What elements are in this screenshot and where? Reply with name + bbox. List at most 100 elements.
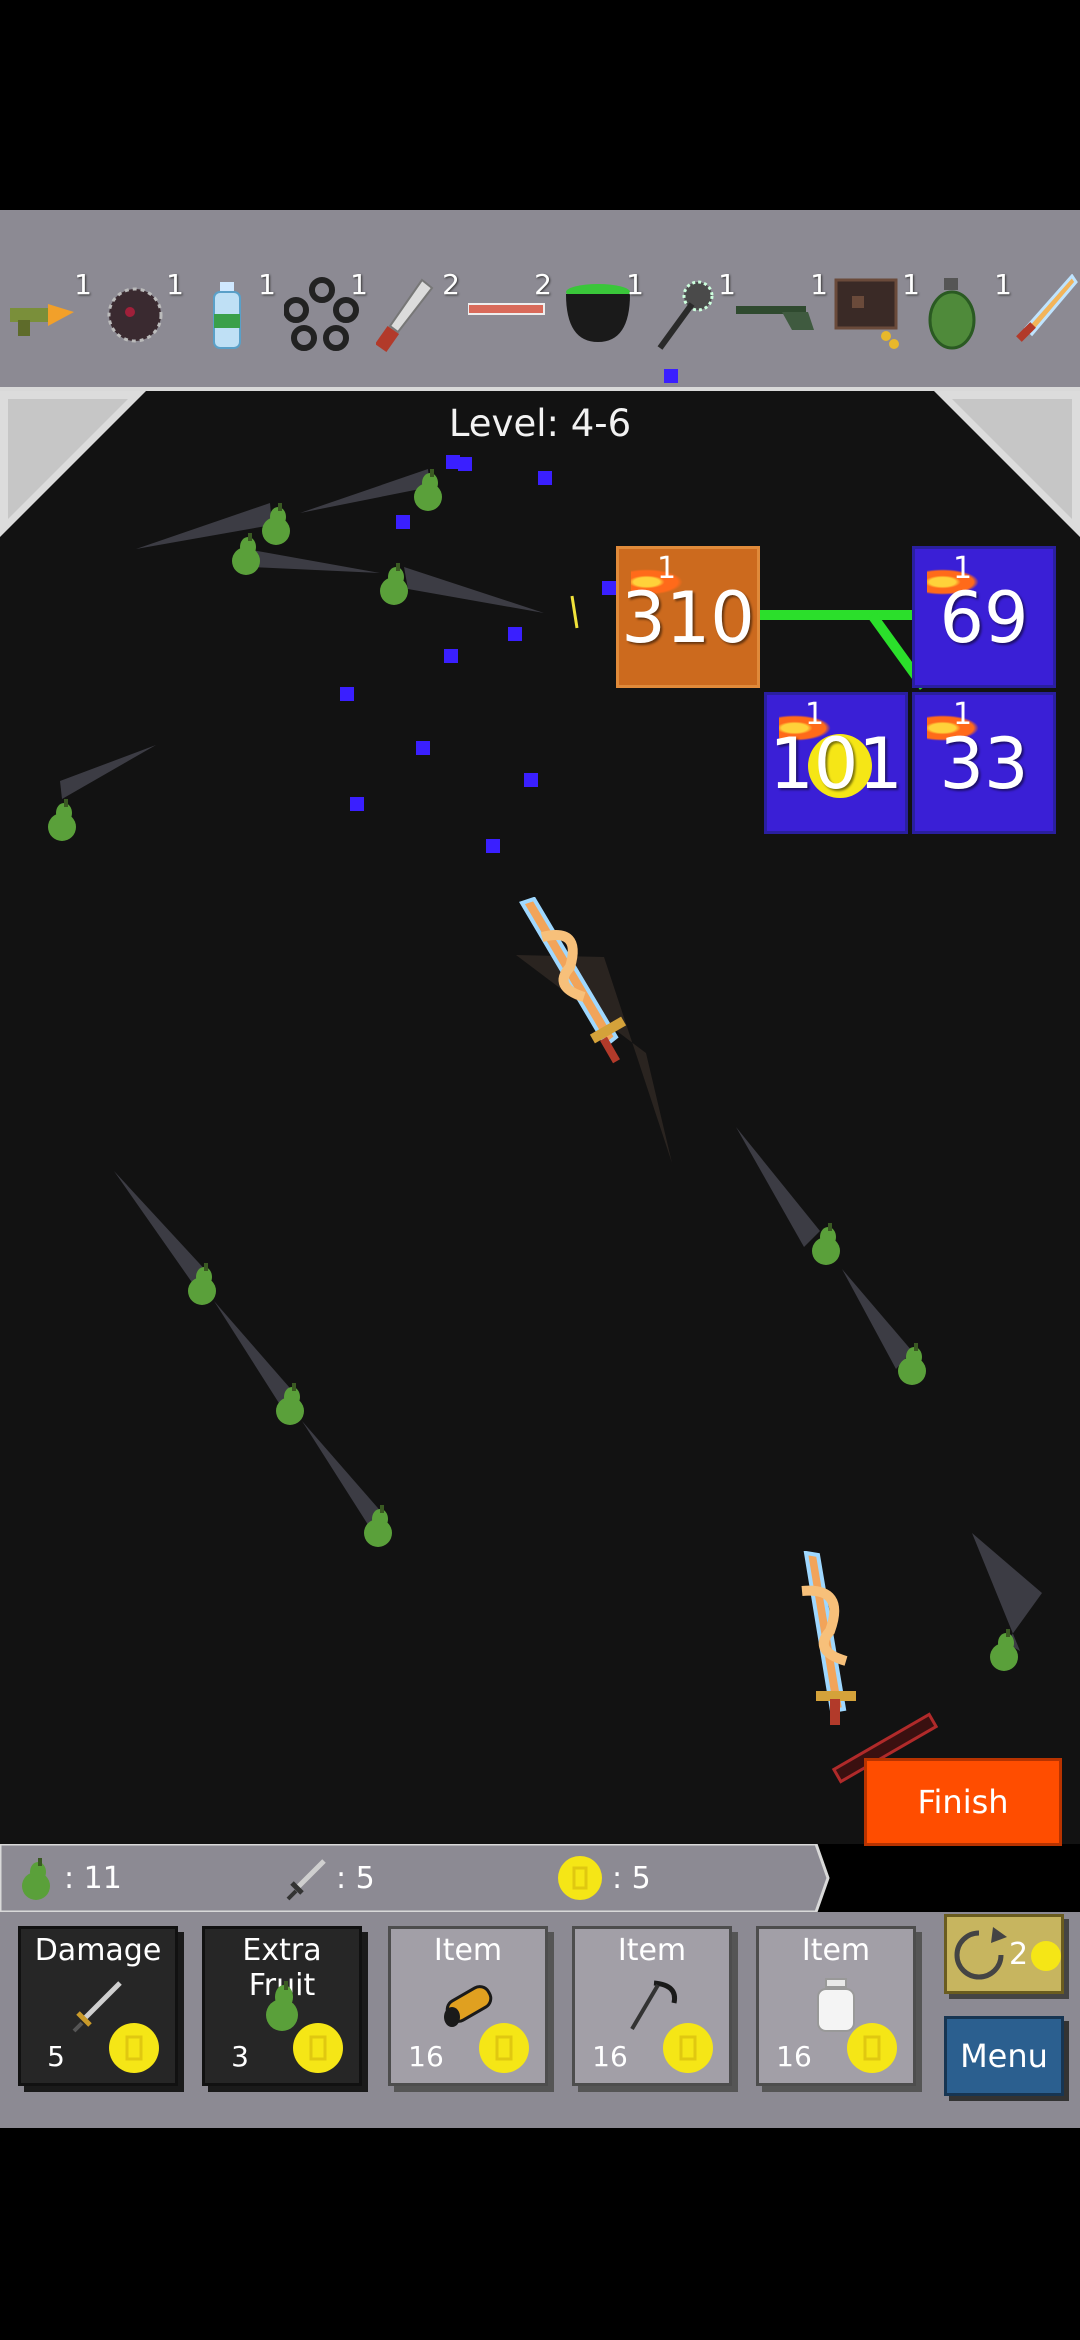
inventory-slot-machete[interactable]: 2 (368, 240, 460, 353)
coin-icon (558, 1856, 602, 1900)
shotgun-icon (736, 306, 814, 330)
pear-icon (414, 469, 442, 511)
inventory-count: 1 (902, 268, 920, 301)
block-value: 69 (939, 577, 1029, 659)
inventory-slot-spiked-bomb[interactable]: 1 (92, 240, 184, 343)
reroll-icon (954, 1927, 1007, 1980)
stats-bar: : 11 : 5 : 5 (0, 1844, 830, 1912)
projectile (416, 741, 430, 755)
level-indicator: Level: 4-6 (448, 402, 632, 445)
inventory-count: 1 (74, 268, 92, 301)
inventory-slot-wallet[interactable]: 1 (828, 240, 920, 349)
pear-icon (22, 1858, 50, 1900)
pear-icon (188, 1263, 216, 1305)
grenade-icon (928, 278, 976, 350)
number-block: 1 101 (764, 692, 908, 834)
shop-card-item-scythe[interactable]: Item 16 (572, 1926, 732, 2086)
card-price: 16 (592, 2040, 628, 2073)
projectile (458, 457, 472, 471)
menu-button[interactable]: Menu (944, 2016, 1064, 2096)
pear-icon (380, 563, 408, 605)
inventory-slot-carrot-gun[interactable]: 1 (0, 240, 92, 340)
damage-stat: : 5 (284, 1852, 375, 1904)
block-value: 310 (621, 577, 755, 659)
inventory-slot-shotgun[interactable]: 1 (736, 240, 828, 340)
wallet-icon (834, 278, 899, 349)
block-value: 101 (769, 723, 903, 805)
pear-icon (232, 533, 260, 575)
inventory-scroll-indicator (664, 369, 678, 383)
inventory-slot-golden-sword[interactable]: 1 (1012, 240, 1080, 342)
card-title: Item (801, 1933, 871, 1968)
inventory-count: 1 (258, 268, 276, 301)
coin-icon (479, 2023, 529, 2073)
inventory-count: 1 (350, 268, 368, 301)
coin-icon (847, 2023, 897, 2073)
reroll-count: 2 (1009, 1937, 1029, 1972)
inventory-count: 1 (718, 268, 736, 301)
coin-icon (1031, 1941, 1061, 1971)
cauldron-icon (566, 284, 630, 342)
coin-icon (109, 2023, 159, 2073)
inventory-slot-grenade[interactable]: 1 (920, 240, 1012, 350)
number-block: 1 69 (912, 546, 1056, 688)
card-price: 3 (231, 2040, 249, 2073)
inventory-slot-mace[interactable]: 1 (644, 240, 736, 350)
inventory-count: 1 (810, 268, 828, 301)
pear-icon (364, 1505, 392, 1547)
inventory-count: 1 (626, 268, 644, 301)
rod-icon (468, 303, 545, 315)
projectile (486, 839, 500, 853)
shop-card-item-jar[interactable]: Item 16 (756, 1926, 916, 2086)
card-title: Item (433, 1933, 503, 1968)
inventory-slot-cauldron[interactable]: 1 (552, 240, 644, 342)
inventory-count: 2 (534, 268, 552, 301)
inventory-slot-ring-chain[interactable]: 1 (276, 240, 368, 351)
inventory-bar: 1 1 1 1 2 2 1 1 1 1 1 1 (0, 210, 1080, 391)
shop-card-damage[interactable]: Damage 5 (18, 1926, 178, 2086)
finish-button[interactable]: Finish (864, 1758, 1062, 1846)
reroll-button[interactable]: 2 (944, 1914, 1064, 1994)
mace-icon (657, 280, 714, 350)
projectile (396, 515, 410, 529)
golden-sword-icon (519, 897, 627, 1064)
number-block: 1 310 (616, 546, 760, 688)
projectile (340, 687, 354, 701)
block-value: 33 (939, 723, 1029, 805)
stats-bar-background (0, 1844, 830, 1912)
card-title: Item (617, 1933, 687, 1968)
carrot-gun-icon (10, 304, 74, 336)
shop-card-extra-fruit[interactable]: Extra Fruit 3 (202, 1926, 362, 2086)
sword-icon (286, 1859, 326, 1901)
card-title: Damage (34, 1933, 162, 1968)
inventory-slot-rod[interactable]: 2 (460, 240, 552, 340)
pear-icon (990, 1629, 1018, 1671)
card-price: 16 (776, 2040, 812, 2073)
projectile (538, 471, 552, 485)
projectile (602, 581, 616, 595)
ring-chain-icon (284, 277, 359, 351)
inventory-count: 2 (442, 268, 460, 301)
number-block: 1 33 (912, 692, 1056, 834)
spiked-bomb-icon (107, 287, 163, 343)
pear-icon (898, 1343, 926, 1385)
coin-icon (663, 2023, 713, 2073)
inventory-slot-water-bottle[interactable]: 1 (184, 240, 276, 349)
damage-count: : 5 (336, 1860, 375, 1896)
pear-icon (812, 1223, 840, 1265)
projectile (524, 773, 538, 787)
coin-icon (293, 2023, 343, 2073)
golden-sword-icon (1016, 274, 1078, 342)
water-bottle-icon (213, 282, 241, 349)
inventory-count: 1 (166, 268, 184, 301)
pear-icon (276, 1383, 304, 1425)
projectile (444, 649, 458, 663)
fruit-stat: : 11 (16, 1852, 122, 1904)
pear-icon (48, 799, 76, 841)
card-price: 16 (408, 2040, 444, 2073)
shop-card-item-log[interactable]: Item 16 (388, 1926, 548, 2086)
projectile (508, 627, 522, 641)
machete-icon (376, 278, 434, 353)
coin-count: : 5 (612, 1860, 651, 1896)
projectile (350, 797, 364, 811)
